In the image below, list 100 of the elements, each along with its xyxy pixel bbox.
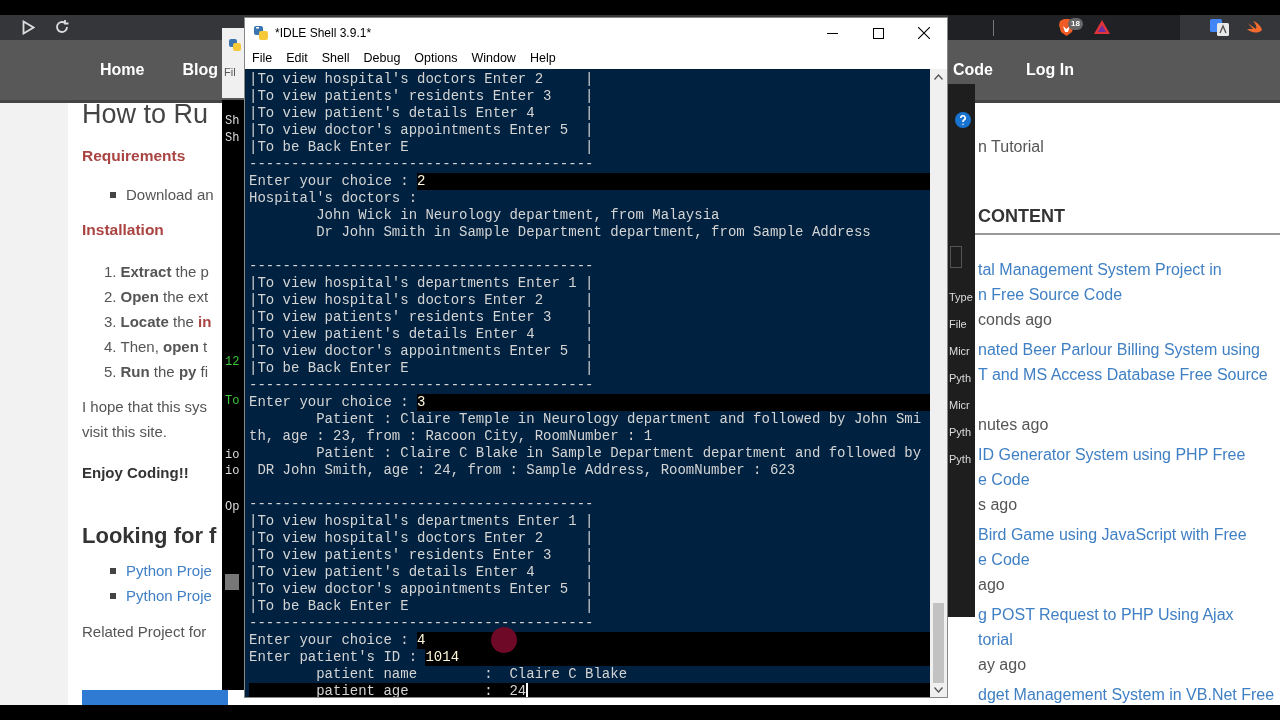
related-text: Related Project for [82, 622, 208, 642]
play-icon[interactable] [22, 20, 35, 35]
output-line: |To view patient's details Enter 4 | [249, 326, 594, 343]
output-line: |To be Back Enter E | [249, 598, 594, 615]
scroll-down-icon[interactable] [934, 687, 943, 693]
post-link[interactable]: dget Management System in VB.Net Free [978, 682, 1280, 705]
paragraph-text: I hope that this sys visit this site. [82, 397, 209, 442]
step-text: Open the ext [120, 287, 209, 307]
console-text: Op [225, 500, 241, 514]
scroll-up-icon[interactable] [934, 74, 943, 80]
console-text: 12 [225, 355, 241, 369]
python-icon [228, 38, 242, 52]
prompt-text: Enter your choice : [249, 632, 410, 649]
list-item[interactable]: Type [948, 288, 975, 306]
prompt-text: Enter patient's ID : [249, 649, 419, 666]
reload-icon[interactable] [54, 19, 70, 35]
list-item[interactable]: Micr [948, 396, 975, 414]
menu-item[interactable]: Help [522, 49, 563, 68]
bullet-icon [110, 567, 116, 574]
input-field[interactable] [950, 246, 962, 268]
menu-item[interactable]: Window [464, 49, 523, 68]
output-line: Hospital's doctors : [249, 190, 418, 207]
closing-text: Enjoy Coding!! [82, 463, 190, 483]
console-text: To [225, 394, 241, 408]
post-link[interactable]: Bird Game using JavaScript with Free e Code [978, 522, 1280, 572]
input-text: 3 [417, 394, 426, 411]
prompt-text: Enter your choice : [249, 394, 410, 411]
output-line: |To view doctor's appointments Enter 5 | [249, 122, 594, 139]
section-heading: Requirements [82, 146, 187, 166]
nav-link-item[interactable]: Blog [182, 58, 218, 82]
post-time: ago [978, 575, 1006, 595]
output-line: ----------------------------------------- [249, 156, 594, 173]
step-number: 3. [104, 312, 117, 332]
section-heading: Installation [82, 220, 165, 240]
menu-item[interactable]: Debug [356, 49, 408, 68]
scrollbar-thumb[interactable] [225, 574, 239, 590]
input-text: 2 [417, 173, 426, 190]
output-line: |To view patient's details Enter 4 | [249, 564, 594, 581]
post-link[interactable]: ID Generator System using PHP Free e Code [978, 442, 1280, 492]
section-heading: Looking for f [82, 523, 218, 548]
output-line: ----------------------------------------- [249, 615, 594, 632]
post-link[interactable]: g POST Request to PHP Using Ajax torial [978, 602, 1280, 652]
output-line: patient name : Claire C Blake [315, 666, 628, 683]
output-line: Dr John Smith in Sample Department department, from Sample Address [315, 224, 871, 241]
menu-item[interactable]: File [245, 49, 280, 68]
output-line: th, age : 23, from : Racoon City, RoomNumber : 1 [249, 428, 653, 445]
post-time: s ago [978, 495, 1019, 515]
scrollbar-thumb[interactable] [933, 603, 944, 683]
translate-icon[interactable] [1210, 19, 1229, 36]
output-line: |To view doctor's appointments Enter 5 | [249, 343, 594, 360]
nav-link-item[interactable]: Code [953, 58, 993, 82]
output-line: Patient : Claire C Blake in Sample Department department and followed by [315, 445, 922, 462]
list-item[interactable]: Pyth [948, 369, 975, 387]
list-item[interactable]: Pyth [948, 450, 975, 468]
sidebar-text: n Tutorial [978, 137, 1045, 157]
menu-item[interactable]: Edit [279, 49, 315, 68]
list-text: Download an [126, 185, 214, 205]
window-title: *IDLE Shell 3.9.1* [275, 25, 372, 42]
output-line: ----------------------------------------- [249, 377, 594, 394]
output-line: |To be Back Enter E | [249, 139, 594, 156]
maximize-icon [872, 27, 884, 39]
step-number: 2. [104, 287, 117, 307]
output-line: ----------------------------------------- [249, 258, 594, 275]
project-link[interactable]: Python Proje [126, 558, 212, 583]
output-line: DR John Smith, age : 24, from : Sample Address, RoomNumber : 623 [256, 462, 796, 479]
triangle-icon[interactable] [1093, 19, 1111, 35]
bullet-icon [110, 191, 116, 198]
output-line: |To view doctor's appointments Enter 5 | [249, 581, 594, 598]
console-text: io [225, 464, 241, 478]
menu-item[interactable]: Options [407, 49, 465, 68]
step-number: 1. [104, 262, 117, 282]
prompt-text: Enter your choice : [249, 173, 410, 190]
list-item[interactable]: File [948, 315, 975, 333]
post-link[interactable]: tal Management System Project in n Free Source Code [978, 257, 1280, 307]
list-item[interactable]: Pyth [948, 423, 975, 441]
python-icon [253, 25, 269, 41]
output-line: |To be Back Enter E | [249, 360, 594, 377]
input-text: 4 [417, 632, 426, 649]
nav-link-item[interactable]: Log In [1026, 58, 1074, 82]
bird-icon[interactable] [1246, 20, 1263, 35]
output-line: |To view patient's details Enter 4 | [249, 105, 594, 122]
output-line: |To view hospital's departments Enter 1 | [249, 275, 594, 292]
output-line: |To view hospital's doctors Enter 2 | [249, 71, 594, 88]
project-link[interactable]: Python Proje [126, 583, 212, 608]
output-line: |To view patients' residents Enter 3 | [249, 309, 594, 326]
output-line: patient age : 24 [315, 683, 527, 697]
input-text: 1014 [425, 649, 460, 666]
console-text: Sh [225, 131, 241, 145]
close-icon [918, 27, 930, 39]
post-link[interactable]: nated Beer Parlour Billing System using T and MS Access Database Free Source [978, 337, 1280, 412]
help-icon[interactable] [955, 112, 971, 128]
list-item[interactable]: Micr [948, 342, 975, 360]
console-text: io [225, 448, 241, 462]
nav-link-item[interactable]: Home [100, 58, 145, 82]
menu-item[interactable]: Fil [224, 64, 236, 81]
menu-item[interactable]: Shell [314, 49, 357, 68]
post-time: nutes ago [978, 415, 1050, 435]
output-line: |To view patients' residents Enter 3 | [249, 547, 594, 564]
step-number: 5. [104, 362, 117, 382]
step-text: Extract the p [120, 262, 209, 282]
